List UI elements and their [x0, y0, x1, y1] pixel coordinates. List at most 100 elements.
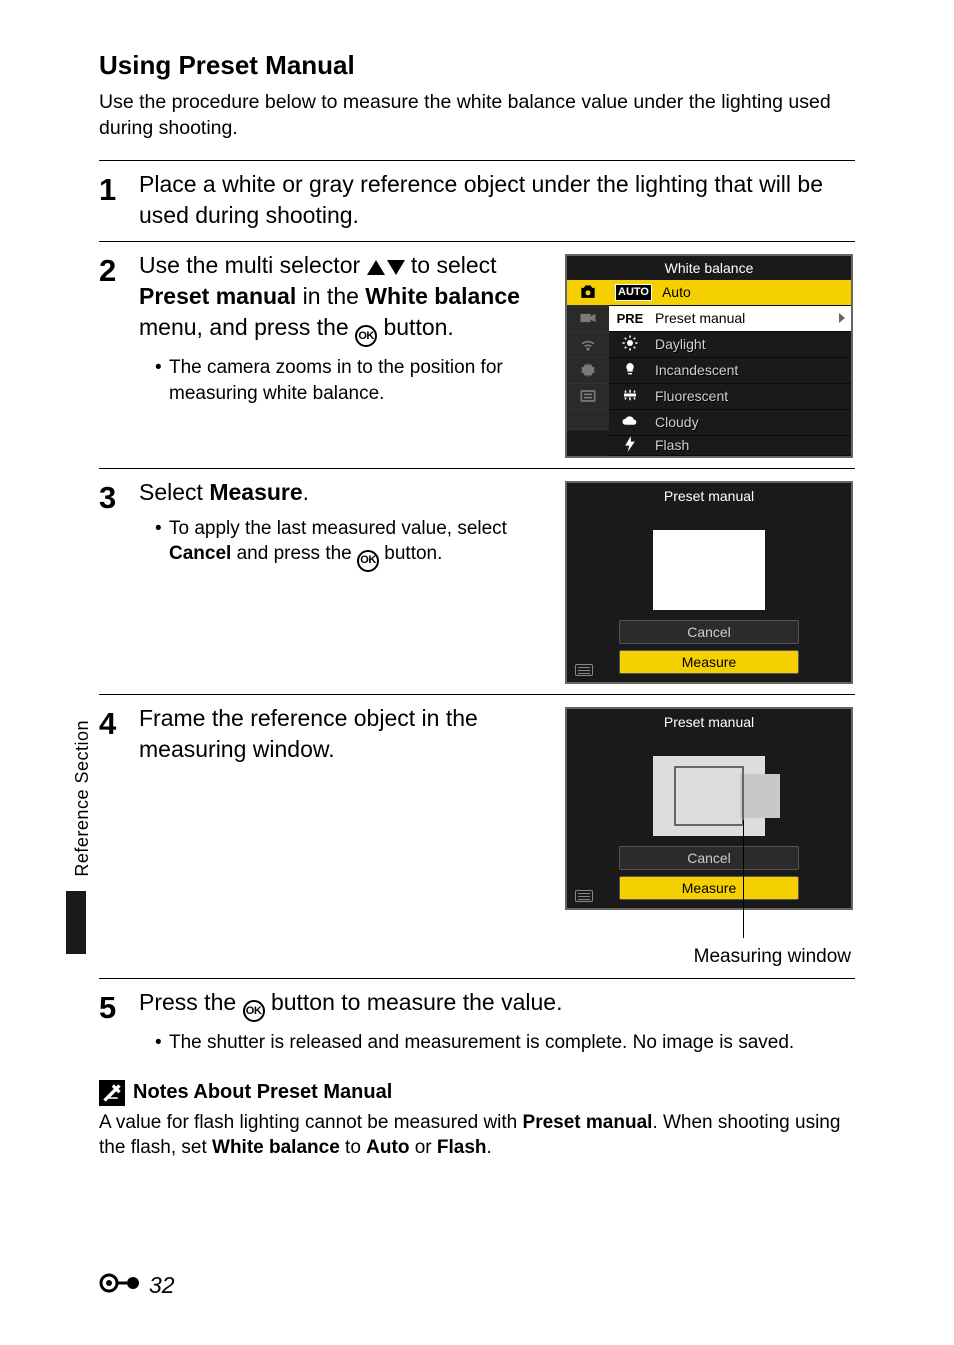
screen-title: White balance	[567, 256, 851, 280]
step-number: 2	[99, 250, 121, 286]
step-5-heading: Press the OK button to measure the value…	[139, 987, 855, 1022]
text-bold: Preset manual	[523, 1112, 653, 1133]
tab-menu-icon	[567, 384, 609, 410]
section-title: Using Preset Manual	[99, 50, 855, 81]
bulb-icon	[615, 361, 645, 380]
cloud-icon	[615, 414, 645, 431]
step-number: 3	[99, 477, 121, 513]
flash-icon	[615, 436, 645, 455]
reference-section-icon	[99, 1271, 145, 1300]
step-5: 5 Press the OK button to measure the val…	[99, 979, 855, 1066]
step-number: 1	[99, 169, 121, 205]
step-2-bullet: The camera zooms in to the position for …	[155, 355, 549, 406]
step-4: 4 Frame the reference object in the meas…	[99, 695, 855, 978]
tab-wifi-icon	[567, 332, 609, 358]
pre-icon: PRE	[615, 311, 645, 326]
step-3-heading: Select Measure.	[139, 477, 549, 508]
step-5-bullet: The shutter is released and measurement …	[155, 1030, 855, 1056]
measuring-window-caption: Measuring window	[565, 946, 855, 968]
measure-option: Measure	[619, 876, 799, 900]
up-down-arrows-icon	[367, 260, 405, 275]
text: Select	[139, 479, 209, 505]
text-bold: White balance	[365, 283, 520, 309]
text: button.	[384, 543, 442, 564]
list-row-daylight: Daylight	[609, 332, 851, 358]
text-bold: Flash	[437, 1137, 487, 1158]
text: .	[303, 479, 309, 505]
notes-heading: Notes About Preset Manual	[99, 1080, 855, 1106]
page-content: Reference Section Using Preset Manual Us…	[0, 0, 954, 1345]
row-label: Cloudy	[655, 414, 699, 430]
caution-icon	[99, 1080, 125, 1106]
text: or	[409, 1137, 436, 1158]
ok-button-icon: OK	[243, 1000, 265, 1022]
auto-icon: AUTO	[615, 284, 652, 301]
step-3: 3 Select Measure. To apply the last meas…	[99, 469, 855, 694]
text: and press the	[237, 543, 357, 564]
text-bold: Cancel	[169, 543, 231, 564]
step-number: 4	[99, 703, 121, 739]
text: Press the	[139, 989, 243, 1015]
reference-object	[740, 774, 780, 818]
list-row-incandescent: Incandescent	[609, 358, 851, 384]
page-number: 32	[149, 1272, 175, 1299]
row-label: Auto	[662, 284, 691, 300]
camera-screen-preset-measure: Preset manual Cancel Measure	[565, 481, 853, 684]
preview-box	[653, 530, 765, 610]
callout-line	[743, 820, 744, 938]
notes-title: Notes About Preset Manual	[133, 1081, 392, 1104]
menu-icon	[575, 890, 593, 902]
text: button.	[383, 314, 453, 340]
text: .	[487, 1137, 492, 1158]
intro-text: Use the procedure below to measure the w…	[99, 89, 855, 142]
text: To apply the last measured value, select	[169, 518, 507, 539]
screen-title: Preset manual	[567, 483, 851, 509]
text: button to measure the value.	[271, 989, 563, 1015]
ok-button-icon: OK	[357, 550, 379, 572]
text: to	[340, 1137, 366, 1158]
step-number: 5	[99, 987, 121, 1023]
text-bold: White balance	[212, 1137, 340, 1158]
screen-title: Preset manual	[567, 709, 851, 735]
text: A value for flash lighting cannot be mea…	[99, 1112, 523, 1133]
notes-text: A value for flash lighting cannot be mea…	[99, 1110, 855, 1161]
fluorescent-icon	[615, 386, 645, 407]
step-1: 1 Place a white or gray reference object…	[99, 161, 855, 241]
row-label: Preset manual	[655, 310, 745, 326]
list-row-preset-manual: PRE Preset manual	[609, 306, 851, 332]
sun-icon	[615, 334, 645, 355]
text: Use the multi selector	[139, 252, 367, 278]
tab-spacer	[567, 410, 609, 430]
list-row-flash: Flash	[609, 436, 851, 456]
screen-mode-tabs	[567, 280, 609, 456]
row-label: Flash	[655, 437, 689, 453]
text-bold: Measure	[209, 479, 302, 505]
camera-screen-preset-frame: Preset manual Cancel Measure	[565, 707, 853, 910]
row-label: Fluorescent	[655, 388, 728, 404]
notes-block: Notes About Preset Manual A value for fl…	[99, 1080, 855, 1161]
row-label: Daylight	[655, 336, 706, 352]
step-2-heading: Use the multi selector to select Preset …	[139, 250, 549, 348]
page-footer: 32	[99, 1271, 175, 1300]
text-bold: Preset manual	[139, 283, 296, 309]
step-2: 2 Use the multi selector to select Prese…	[99, 242, 855, 468]
step-3-bullet: To apply the last measured value, select…	[155, 516, 549, 572]
measuring-window-frame	[674, 766, 744, 826]
list-row-cloudy: Cloudy	[609, 410, 851, 436]
step-4-heading: Frame the reference object in the measur…	[139, 703, 549, 765]
tab-setup-icon	[567, 358, 609, 384]
step-1-heading: Place a white or gray reference object u…	[139, 169, 855, 231]
side-tab-indicator	[66, 891, 86, 954]
ok-button-icon: OK	[355, 325, 377, 347]
list-row-fluorescent: Fluorescent	[609, 384, 851, 410]
row-label: Incandescent	[655, 362, 738, 378]
menu-icon	[575, 664, 593, 676]
text: menu, and press the	[139, 314, 355, 340]
cancel-option: Cancel	[619, 846, 799, 870]
text: in the	[303, 283, 366, 309]
camera-menu-white-balance: White balance	[565, 254, 853, 458]
tab-movie-icon	[567, 306, 609, 332]
text: to select	[411, 252, 497, 278]
cancel-option: Cancel	[619, 620, 799, 644]
tab-camera-icon	[567, 280, 609, 306]
